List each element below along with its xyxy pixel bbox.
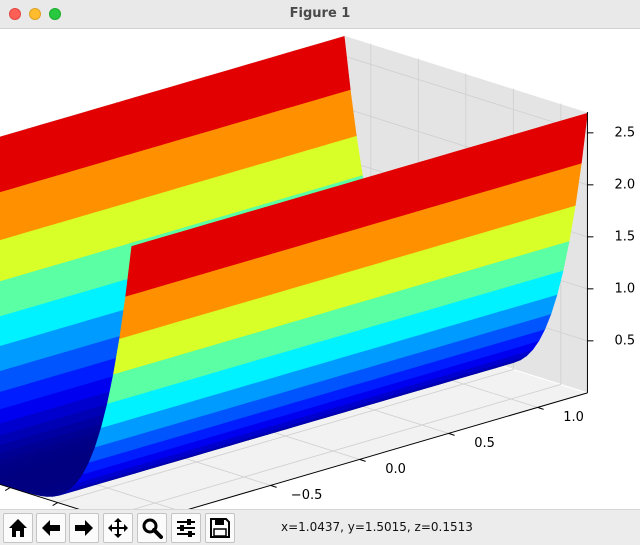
zoom-button[interactable] [137,513,167,543]
y-tick-label: 0.0 [385,462,406,477]
arrow-left-icon [40,517,62,539]
x-tick-mark [53,503,58,506]
z-tick-label: 0.5 [614,333,635,348]
window-title: Figure 1 [0,6,640,21]
back-button[interactable] [36,513,66,543]
zoom-icon [141,517,163,539]
forward-button[interactable] [69,513,99,543]
z-tick-label: 1.0 [614,281,635,296]
sliders-icon [175,517,197,539]
figure-window: Figure 1 −1.0−0.50.00.51.0−1.0−0.50.00.5… [0,0,640,544]
z-tick-label: 1.5 [614,229,635,244]
cursor-coordinates: x=1.0437, y=1.5015, z=0.1513 [281,520,473,534]
title-bar: Figure 1 [0,0,640,29]
pan-button[interactable] [103,513,133,543]
z-tick-label: 2.0 [614,177,635,192]
y-tick-mark [538,407,544,409]
move-icon [107,517,129,539]
arrow-right-icon [73,517,95,539]
save-button[interactable] [205,513,235,543]
navigation-toolbar: x=1.0437, y=1.5015, z=0.1513 [0,509,640,545]
home-icon [7,517,29,539]
y-tick-mark [360,459,366,461]
home-button[interactable] [3,513,33,543]
x-tick-mark [5,488,10,491]
z-tick-label: 2.5 [614,125,635,140]
y-tick-label: 1.0 [563,410,584,425]
configure-subplots-button[interactable] [171,513,201,543]
y-tick-mark [449,433,455,435]
y-tick-mark [271,485,277,487]
y-tick-label: 0.5 [474,436,495,451]
save-icon [209,517,231,539]
y-tick-label: −0.5 [291,488,323,503]
surface-plot[interactable]: −1.0−0.50.00.51.0−1.0−0.50.00.51.00.51.0… [0,29,640,509]
